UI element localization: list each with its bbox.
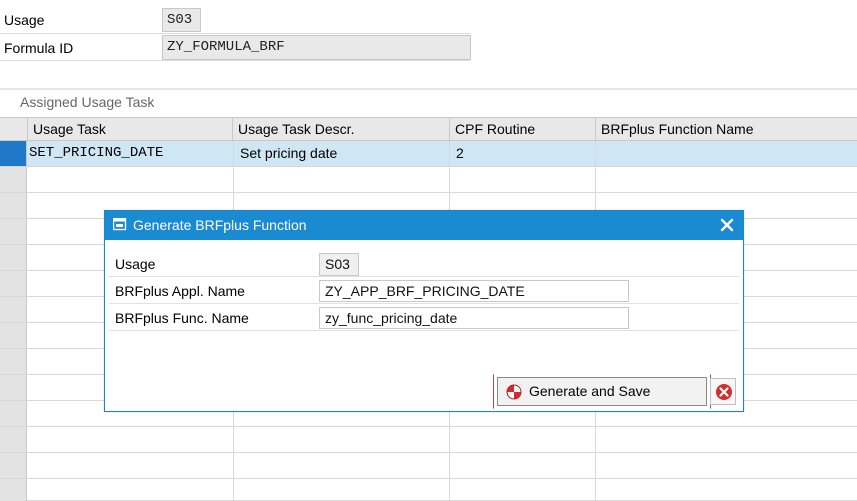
cell-usage-task-descr[interactable]: Set pricing date bbox=[233, 141, 449, 166]
formula-id-label: Formula ID bbox=[4, 40, 74, 56]
table-row[interactable]: SET_PRICING_DATE Set pricing date 2 bbox=[0, 141, 857, 167]
table-cell[interactable] bbox=[233, 479, 449, 501]
row-selector[interactable] bbox=[0, 401, 27, 426]
table-cell[interactable] bbox=[595, 453, 857, 478]
column-header-usage-task[interactable]: Usage Task bbox=[27, 118, 234, 140]
column-header-cpf-routine[interactable]: CPF Routine bbox=[449, 118, 596, 140]
dialog-title: Generate BRFplus Function bbox=[133, 217, 307, 233]
cell-usage-task[interactable]: SET_PRICING_DATE bbox=[27, 141, 233, 166]
generate-and-save-label: Generate and Save bbox=[529, 383, 651, 399]
usage-row: Usage S03 bbox=[0, 7, 470, 33]
row-selector[interactable] bbox=[0, 349, 27, 374]
column-header-brfplus-function-name[interactable]: BRFplus Function Name bbox=[595, 118, 857, 140]
dialog-appl-name-row: BRFplus Appl. Name ZY_APP_BRF_PRICING_DA… bbox=[109, 278, 739, 304]
dialog-usage-label: Usage bbox=[115, 256, 156, 272]
row-selector[interactable] bbox=[0, 167, 27, 192]
row-selector[interactable] bbox=[0, 323, 27, 348]
cell-cpf-routine[interactable]: 2 bbox=[449, 141, 595, 166]
usage-field[interactable]: S03 bbox=[162, 8, 201, 32]
table-row[interactable] bbox=[0, 427, 857, 453]
row-selector[interactable] bbox=[0, 375, 27, 400]
table-cell[interactable] bbox=[233, 167, 449, 192]
row-selector[interactable] bbox=[0, 141, 27, 166]
table-cell[interactable] bbox=[449, 427, 595, 452]
row-selector[interactable] bbox=[0, 297, 27, 322]
table-cell[interactable] bbox=[449, 479, 595, 501]
table-row[interactable] bbox=[0, 167, 857, 193]
table-cell[interactable] bbox=[233, 427, 449, 452]
generate-and-save-button[interactable]: Generate and Save bbox=[497, 377, 707, 406]
dialog-appl-name-label: BRFplus Appl. Name bbox=[115, 283, 245, 299]
cell-brfplus-function-name[interactable] bbox=[595, 141, 857, 166]
usage-label: Usage bbox=[4, 12, 45, 28]
dialog-window-icon bbox=[113, 218, 127, 231]
header-divider-2 bbox=[0, 60, 470, 61]
table-top-border bbox=[0, 88, 857, 90]
formula-id-row: Formula ID ZY_FORMULA_BRF bbox=[0, 35, 471, 61]
dialog-usage-row: Usage S03 bbox=[109, 251, 739, 277]
cancel-icon bbox=[716, 384, 732, 400]
table-cell[interactable] bbox=[449, 167, 595, 192]
table-row[interactable] bbox=[0, 479, 857, 501]
dialog-usage-field[interactable]: S03 bbox=[319, 253, 359, 276]
table-cell[interactable] bbox=[595, 427, 857, 452]
table-cell[interactable] bbox=[595, 479, 857, 501]
generate-icon bbox=[506, 384, 522, 400]
brfplus-appl-name-input[interactable]: ZY_APP_BRF_PRICING_DATE bbox=[319, 280, 629, 302]
column-selector-header[interactable] bbox=[0, 118, 27, 140]
row-selector[interactable] bbox=[0, 193, 27, 218]
row-selector[interactable] bbox=[0, 245, 27, 270]
table-cell[interactable] bbox=[233, 453, 449, 478]
generate-brfplus-dialog: Generate BRFplus Function Usage S03 BRFp… bbox=[104, 210, 744, 412]
row-selector[interactable] bbox=[0, 427, 27, 452]
header-divider bbox=[0, 33, 470, 34]
dialog-title-bar[interactable]: Generate BRFplus Function bbox=[105, 211, 743, 240]
column-header-usage-task-descr[interactable]: Usage Task Descr. bbox=[232, 118, 450, 140]
table-row[interactable] bbox=[0, 453, 857, 479]
table-cell[interactable] bbox=[449, 453, 595, 478]
dialog-func-name-row: BRFplus Func. Name zy_func_pricing_date bbox=[109, 305, 739, 331]
row-selector[interactable] bbox=[0, 453, 27, 478]
close-icon[interactable] bbox=[719, 217, 735, 233]
row-divider bbox=[109, 303, 739, 304]
table-header: Usage Task Usage Task Descr. CPF Routine… bbox=[0, 117, 857, 141]
cancel-button[interactable] bbox=[710, 378, 736, 405]
row-selector[interactable] bbox=[0, 479, 27, 501]
row-selector[interactable] bbox=[0, 271, 27, 296]
formula-id-field[interactable]: ZY_FORMULA_BRF bbox=[162, 35, 471, 60]
row-divider bbox=[109, 276, 739, 277]
row-selector[interactable] bbox=[0, 219, 27, 244]
row-divider bbox=[109, 330, 739, 331]
table-cell[interactable] bbox=[595, 167, 857, 192]
brfplus-func-name-input[interactable]: zy_func_pricing_date bbox=[319, 307, 629, 329]
table-title: Assigned Usage Task bbox=[20, 94, 155, 110]
dialog-func-name-label: BRFplus Func. Name bbox=[115, 310, 249, 326]
